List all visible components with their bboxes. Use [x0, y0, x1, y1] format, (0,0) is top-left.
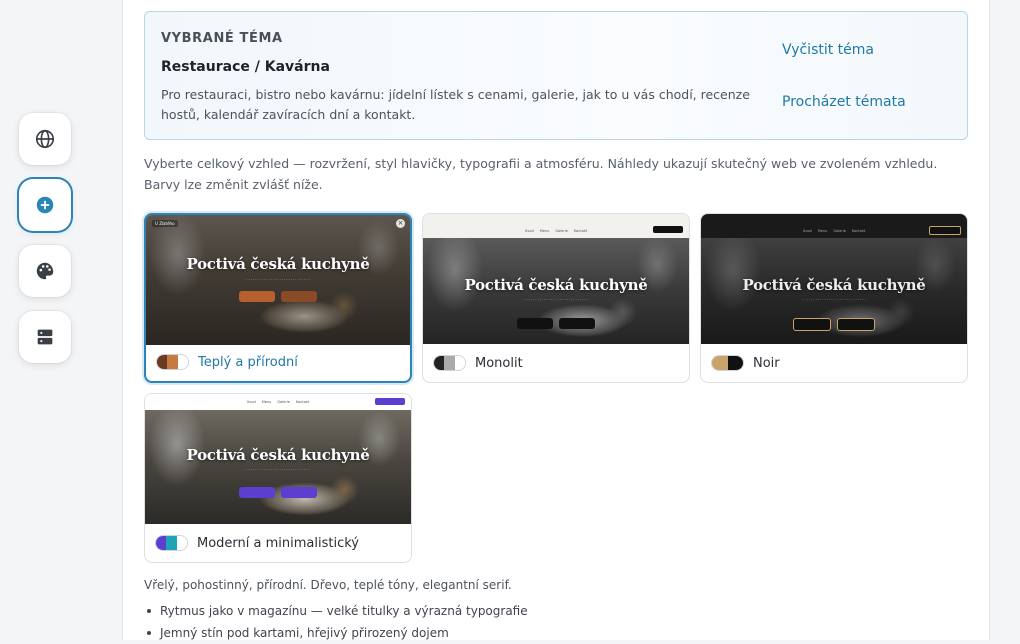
preview-nav: Úvod Menu Galerie Kontakt: [701, 214, 967, 238]
style-card-monolit[interactable]: Úvod Menu Galerie Kontakt Poctivá česká kuc…: [422, 213, 690, 383]
selected-theme-description: Pro restauraci, bistro nebo kavárnu: jíd…: [161, 87, 750, 122]
style-preview-noir: Úvod Menu Galerie Kontakt Poctivá česká kuc…: [701, 214, 967, 344]
clear-theme-link[interactable]: Vyčistit téma: [782, 42, 874, 58]
style-bullets: Rytmus jako v magazínu — velké titulky a…: [144, 600, 528, 644]
style-name: Moderní a minimalistický: [197, 535, 359, 551]
style-card-warm[interactable]: U Zlatého × Poctivá česká kuchyně · · · …: [144, 213, 412, 383]
preview-nav: Úvod Menu Galerie Kontakt: [145, 394, 411, 410]
plus-circle-icon: [36, 196, 54, 214]
rail-server-button[interactable]: [19, 311, 71, 363]
style-card-label: Monolit: [423, 344, 689, 382]
color-swatch: [711, 355, 744, 371]
style-bullet: Jemný stín pod kartami, hřejivý přirozen…: [144, 622, 528, 644]
browse-themes-link[interactable]: Procházet témata: [782, 94, 906, 110]
style-preview-modern: Úvod Menu Galerie Kontakt Poctivá česká kuc…: [145, 394, 411, 524]
preview-hero-title: Poctivá česká kuchyně: [186, 255, 370, 273]
selected-theme-heading: VYBRANÉ TÉMA: [161, 31, 283, 46]
rail-globe-button[interactable]: [19, 113, 71, 165]
style-card-noir[interactable]: Úvod Menu Galerie Kontakt Poctivá česká kuc…: [700, 213, 968, 383]
preview-hero-sub: · · · · · · · · · · · · · · · · · · · · …: [524, 298, 588, 302]
style-card-label: Noir: [701, 344, 967, 382]
preview-hero-sub: · · · · · · · · · · · · · · · · · · · · …: [246, 278, 310, 282]
preview-logo: U Zlatého: [152, 220, 178, 227]
style-description: Vřelý, pohostinný, přírodní. Dřevo, tepl…: [144, 578, 512, 592]
style-name: Noir: [753, 355, 780, 371]
theme-settings-panel: VYBRANÉ TÉMA Restaurace / Kavárna Pro re…: [122, 0, 990, 640]
style-card-modern[interactable]: Úvod Menu Galerie Kontakt Poctivá česká kuc…: [144, 393, 412, 563]
preview-hero-sub: · · · · · · · · · · · · · · · · · · · · …: [246, 468, 310, 472]
style-preview-monolit: Úvod Menu Galerie Kontakt Poctivá česká kuc…: [423, 214, 689, 344]
preview-nav: Úvod Menu Galerie Kontakt: [423, 214, 689, 238]
color-swatch: [433, 355, 466, 371]
preview-hero-title: Poctivá česká kuchyně: [186, 446, 370, 464]
preview-hero-buttons: [145, 487, 411, 498]
style-name: Monolit: [475, 355, 523, 371]
color-swatch: [155, 535, 188, 551]
preview-hero-sub: · · · · · · · · · · · · · · · · · · · · …: [802, 298, 866, 302]
preview-hero-buttons: [146, 291, 410, 302]
selected-theme-title: Restaurace / Kavárna: [161, 59, 330, 75]
preview-hero-buttons: [423, 318, 689, 329]
selected-theme-box: VYBRANÉ TÉMA Restaurace / Kavárna Pro re…: [144, 11, 968, 140]
style-name: Teplý a přírodní: [198, 354, 298, 370]
preview-hero-title: Poctivá česká kuchyně: [464, 276, 648, 294]
rail-add-button[interactable]: [19, 179, 71, 231]
preview-hero-title: Poctivá česká kuchyně: [742, 276, 926, 294]
intro-text: Vyberte celkový vzhled — rozvržení, styl…: [144, 156, 938, 192]
style-bullet: Rytmus jako v magazínu — velké titulky a…: [144, 600, 528, 622]
style-card-label: Teplý a přírodní: [146, 343, 410, 381]
palette-icon: [36, 262, 54, 280]
preview-hero-buttons: [701, 318, 967, 331]
close-icon: ×: [396, 219, 405, 228]
color-swatch: [156, 354, 189, 370]
server-icon: [37, 329, 53, 345]
style-preview-warm: U Zlatého × Poctivá česká kuchyně · · · …: [146, 215, 410, 345]
globe-icon: [35, 129, 55, 149]
rail-palette-button[interactable]: [19, 245, 71, 297]
style-card-label: Moderní a minimalistický: [145, 524, 411, 562]
